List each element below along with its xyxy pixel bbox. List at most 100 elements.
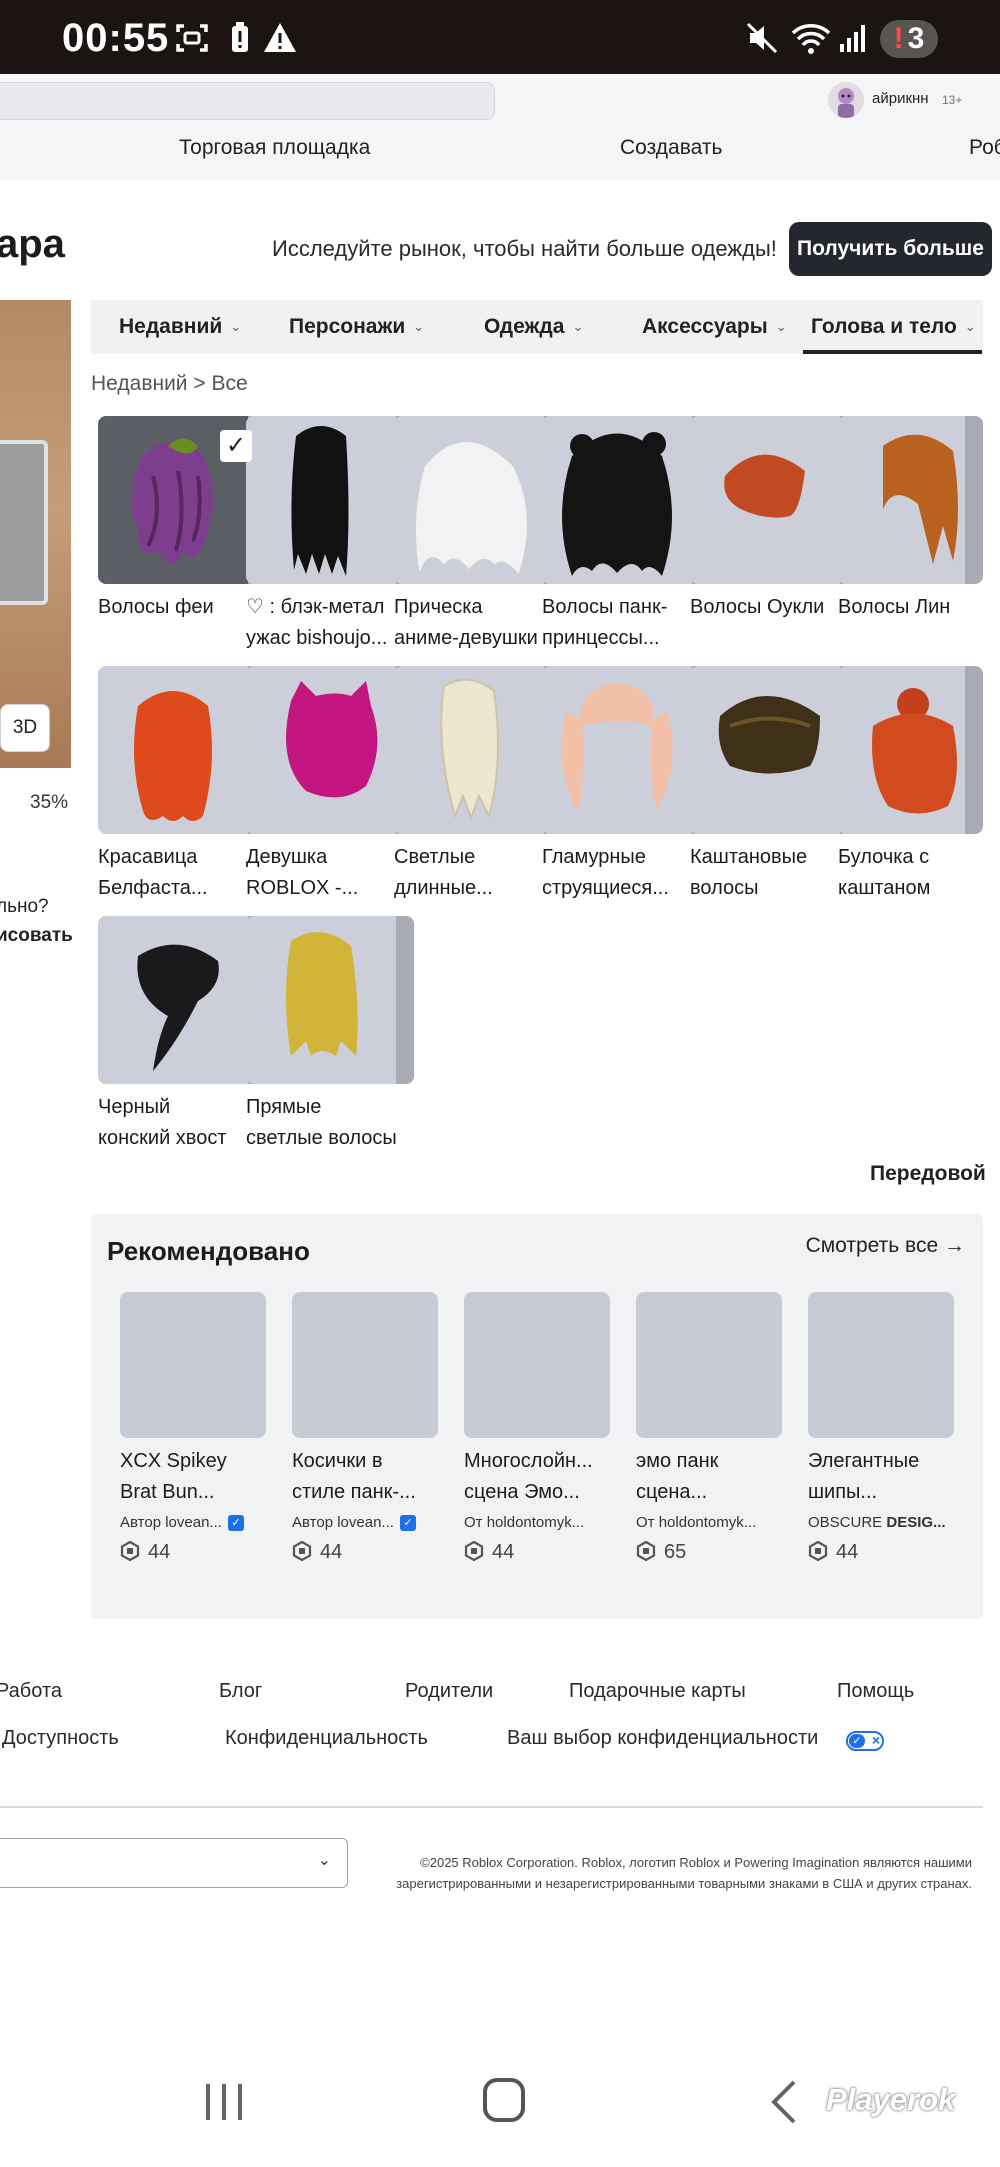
price-value: 65 xyxy=(664,1541,687,1563)
footer-link-parents[interactable]: Родители xyxy=(405,1680,493,1703)
footer-link-privacy-choices[interactable]: Ваш выбор конфиденциальности xyxy=(507,1727,818,1750)
item-card[interactable]: Прическа аниме-девушки xyxy=(394,416,562,654)
item-thumbnail[interactable] xyxy=(542,416,710,584)
top-bar: айрикнн 13+ Торговая площадка Создавать … xyxy=(0,74,1000,180)
item-thumbnail[interactable] xyxy=(838,666,983,834)
item-thumbnail[interactable]: ✓ xyxy=(98,416,266,584)
breadcrumb-parent[interactable]: Недавний xyxy=(91,372,188,395)
item-card[interactable]: ♡ : блэк-метал ужас bishoujo... xyxy=(246,416,414,654)
recommended-thumbnail[interactable] xyxy=(120,1292,266,1438)
nav-robux[interactable]: Роб xyxy=(969,136,1000,160)
item-card[interactable]: Волосы Оукли xyxy=(690,416,858,623)
recommended-item-author[interactable]: От holdontomyk... xyxy=(464,1514,610,1531)
item-card[interactable]: Светлые длинные... xyxy=(394,666,562,904)
nav-create[interactable]: Создавать xyxy=(620,136,722,160)
item-thumbnail[interactable] xyxy=(246,666,414,834)
hair-black-punk-icon xyxy=(562,432,672,576)
recommended-item-title: Элегантные xyxy=(808,1450,920,1472)
advanced-link[interactable]: Передовой xyxy=(870,1162,986,1186)
language-select[interactable]: ⌄ xyxy=(0,1838,348,1888)
item-thumbnail[interactable] xyxy=(98,666,266,834)
author-name[interactable]: holdontomyk... xyxy=(487,1514,585,1531)
item-card[interactable]: Волосы Лин xyxy=(838,416,983,623)
item-card[interactable]: Девушка ROBLOX -... xyxy=(246,666,414,904)
item-card[interactable]: Волосы панк- принцессы... xyxy=(542,416,710,654)
recommended-item-author[interactable]: От holdontomyk... xyxy=(636,1514,782,1531)
item-title: Волосы Оукли xyxy=(690,596,825,618)
recommended-item-author[interactable]: Автор lovean... ✓ xyxy=(292,1514,438,1532)
item-card[interactable]: ✓ Волосы феи xyxy=(98,416,266,623)
item-title-line2: волосы xyxy=(690,877,759,899)
item-title: Волосы панк- xyxy=(542,596,668,618)
recommended-thumbnail[interactable] xyxy=(292,1292,438,1438)
recommended-item[interactable]: XCX Spikey Brat Bun... Автор lovean... ✓ … xyxy=(120,1292,266,1564)
3d-toggle-button[interactable]: 3D xyxy=(0,704,50,752)
recommended-item-author[interactable]: OBSCURE DESIG... xyxy=(808,1514,954,1531)
tab-label: Персонажи xyxy=(289,315,406,338)
author-name[interactable]: DESIG... xyxy=(886,1514,945,1531)
item-thumbnail[interactable] xyxy=(98,916,266,1084)
author-name[interactable]: lovean... xyxy=(337,1514,394,1531)
avatar-body xyxy=(0,440,48,605)
get-more-button[interactable]: Получить больше xyxy=(789,222,992,276)
recommended-item[interactable]: Косички в стиле панк-... Автор lovean...… xyxy=(292,1292,438,1564)
battery-alert-icon xyxy=(232,22,248,52)
see-all-link[interactable]: Смотреть все → xyxy=(806,1234,965,1258)
item-thumbnail[interactable] xyxy=(246,916,414,1084)
tab-recent[interactable]: Недавний ⌄ xyxy=(119,300,241,354)
avatar[interactable] xyxy=(828,82,864,118)
username[interactable]: айрикнн xyxy=(872,90,929,107)
item-thumbnail[interactable] xyxy=(690,666,858,834)
footer-link-accessibility[interactable]: Доступность xyxy=(2,1727,119,1750)
item-card[interactable]: Прямые светлые волосы xyxy=(246,916,414,1154)
item-card[interactable]: Красавица Белфаста... xyxy=(98,666,266,904)
recommended-thumbnail[interactable] xyxy=(636,1292,782,1438)
back-icon[interactable] xyxy=(766,2080,806,2124)
tab-accessories[interactable]: Аксессуары ⌄ xyxy=(642,300,787,354)
recommended-item-price: 65 xyxy=(636,1541,782,1564)
recommended-thumbnail[interactable] xyxy=(808,1292,954,1438)
author-name[interactable]: lovean... xyxy=(165,1514,222,1531)
hair-auburn-bun-icon xyxy=(872,688,957,814)
copyright-line-2: зарегистрированными и незарегистрированн… xyxy=(396,1876,972,1891)
avatar-preview[interactable] xyxy=(0,300,71,768)
breadcrumb: Недавний > Все xyxy=(91,372,248,396)
item-thumbnail[interactable] xyxy=(394,416,562,584)
check-icon[interactable]: ✓ xyxy=(220,430,252,462)
item-thumbnail[interactable] xyxy=(394,666,562,834)
footer-link-privacy[interactable]: Конфиденциальность xyxy=(225,1727,428,1750)
recommended-item[interactable]: эмо панк сцена... От holdontomyk... 65 xyxy=(636,1292,782,1564)
footer-link-help[interactable]: Помощь xyxy=(837,1680,914,1703)
item-thumbnail[interactable] xyxy=(542,666,710,834)
item-thumbnail[interactable] xyxy=(246,416,414,584)
tab-clothing[interactable]: Одежда ⌄ xyxy=(484,300,583,354)
item-title: Прямые xyxy=(246,1096,322,1118)
hair-red-short-icon xyxy=(724,454,805,518)
tab-characters[interactable]: Персонажи ⌄ xyxy=(289,300,424,354)
nav-marketplace[interactable]: Торговая площадка xyxy=(179,136,370,160)
item-card[interactable]: Булочка с каштаном xyxy=(838,666,983,904)
tab-head-and-body[interactable]: Голова и тело ⌄ xyxy=(803,300,982,354)
search-input[interactable] xyxy=(0,82,495,120)
item-card[interactable]: Каштановые волосы xyxy=(690,666,858,904)
notification-badge: ! 3 xyxy=(880,20,938,58)
item-card[interactable]: Черный конский хвост xyxy=(98,916,266,1154)
recommended-item[interactable]: Элегантные шипы... OBSCURE DESIG... 44 xyxy=(808,1292,954,1564)
recommended-item-author[interactable]: Автор lovean... ✓ xyxy=(120,1514,266,1532)
preview-question: льно? xyxy=(0,896,49,917)
author-name[interactable]: holdontomyk... xyxy=(659,1514,757,1531)
recent-apps-icon[interactable] xyxy=(204,2082,244,2122)
footer-link-jobs[interactable]: Работа xyxy=(0,1680,62,1703)
item-thumbnail[interactable] xyxy=(690,416,858,584)
recommended-item[interactable]: Многослойн... сцена Эмо... От holdontomy… xyxy=(464,1292,610,1564)
home-icon[interactable] xyxy=(483,2078,525,2122)
footer-link-blog[interactable]: Блог xyxy=(219,1680,262,1703)
preview-draw-link[interactable]: исовать xyxy=(0,925,73,947)
recommended-thumbnail[interactable] xyxy=(464,1292,610,1438)
item-card[interactable]: Гламурные струящиеся... xyxy=(542,666,710,904)
item-thumbnail[interactable] xyxy=(838,416,983,584)
footer-link-gift-cards[interactable]: Подарочные карты xyxy=(569,1680,746,1703)
status-time: 00:55 xyxy=(62,16,170,60)
privacy-choices-icon[interactable]: ✓ × xyxy=(846,1731,884,1751)
robux-icon xyxy=(292,1541,312,1562)
